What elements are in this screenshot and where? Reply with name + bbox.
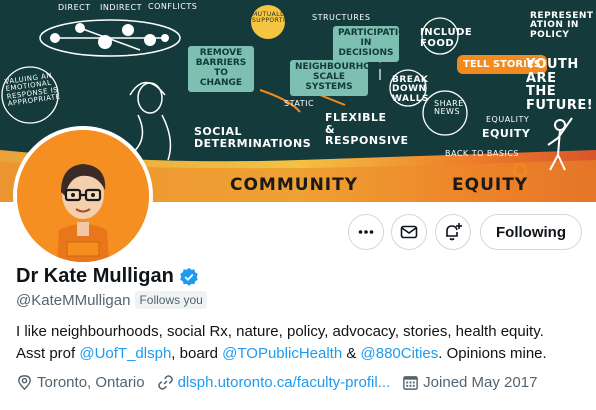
avatar-illustration: [17, 130, 149, 262]
verified-icon: [180, 267, 198, 286]
bio-mention-uoft[interactable]: @UofT_dlsph: [79, 345, 171, 362]
banner-text-equity-small: EQUITY: [482, 127, 531, 140]
profile-avatar[interactable]: [13, 126, 153, 266]
profile-website[interactable]: dlsph.utoronto.ca/faculty-profil...: [157, 374, 391, 391]
banner-text-youth: YOUTH ARE THE FUTURE!: [526, 57, 594, 113]
banner-text-equity: EQUITY: [452, 175, 529, 195]
bio-prefix: Asst prof: [16, 345, 80, 362]
banner-text-conflicts: CONFLICTS: [148, 2, 198, 11]
profile-name: Dr Kate Mulligan: [16, 265, 174, 287]
banner-text-direct: DIRECT: [58, 3, 91, 12]
banner-tag-remove-barriers: REMOVE BARRIERS TO CHANGE: [188, 46, 254, 92]
banner-text-break-walls: BREAK DOWN WALLS: [392, 75, 429, 104]
website-link[interactable]: dlsph.utoronto.ca/faculty-profil...: [178, 374, 391, 391]
mail-icon: [400, 225, 418, 239]
bio-text-board: , board: [171, 345, 223, 362]
bio-suffix: . Opinions mine.: [438, 345, 547, 362]
notifications-button[interactable]: [435, 214, 471, 250]
banner-text-social-determinations: SOCIAL DETERMINATIONS: [194, 125, 312, 150]
banner-text-flexible: FLEXIBLE & RESPONSIVE: [325, 111, 409, 148]
location-text: Toronto, Ontario: [37, 374, 145, 391]
following-button[interactable]: Following: [480, 214, 582, 250]
profile-name-row: Dr Kate Mulligan: [16, 265, 199, 288]
bio-line-2: Asst prof @UofT_dlsph, board @TOPublicHe…: [16, 343, 586, 365]
banner-text-equality: EQUALITY: [486, 115, 530, 124]
profile-bio: I like neighbourhoods, social Rx, nature…: [16, 321, 586, 365]
banner-tag-neighbourhood: NEIGHBOURHOOD SCALE SYSTEMS: [290, 60, 386, 96]
bio-mention-topublichealth[interactable]: @TOPublicHealth: [222, 345, 342, 362]
banner-text-community: COMMUNITY: [230, 175, 359, 195]
banner-text-structures: STRUCTURES: [312, 13, 371, 22]
profile-handle: @KateMMulligan: [16, 291, 131, 309]
banner-text-back-to-basics: BACK TO BASICS: [445, 149, 519, 158]
banner-text-indirect: INDIRECT: [100, 3, 142, 12]
notification-plus-icon: [446, 223, 462, 241]
banner-tag-participation: PARTICIPATION IN DECISIONS: [333, 26, 413, 62]
banner-text-share-news: SHARE NEWS: [434, 99, 464, 117]
bio-text-and: &: [342, 345, 361, 362]
more-icon: [358, 230, 374, 234]
bio-line-1: I like neighbourhoods, social Rx, nature…: [16, 323, 544, 340]
banner-text-static: STATIC: [284, 99, 315, 108]
banner-text-include-food: INCLUDE FOOD: [420, 27, 473, 49]
profile-location: Toronto, Ontario: [16, 374, 145, 391]
joined-text: Joined May 2017: [423, 374, 538, 391]
calendar-icon: [403, 376, 418, 390]
profile-joined: Joined May 2017: [402, 374, 537, 391]
profile-meta-row: Toronto, Ontario dlsph.utoronto.ca/facul…: [16, 374, 549, 391]
more-button[interactable]: [348, 214, 384, 250]
link-icon: [157, 375, 173, 390]
profile-handle-row: @KateMMulligan Follows you: [16, 291, 207, 309]
follows-you-badge: Follows you: [135, 291, 207, 309]
banner-text-mutually-supportive: MUTUALLY SUPPORTIVE: [252, 11, 295, 25]
location-icon: [18, 375, 31, 391]
message-button[interactable]: [391, 214, 427, 250]
banner-text-representation: REPRESENT ATION IN POLICY: [530, 11, 594, 40]
bio-mention-880cities[interactable]: @880Cities: [361, 345, 439, 362]
